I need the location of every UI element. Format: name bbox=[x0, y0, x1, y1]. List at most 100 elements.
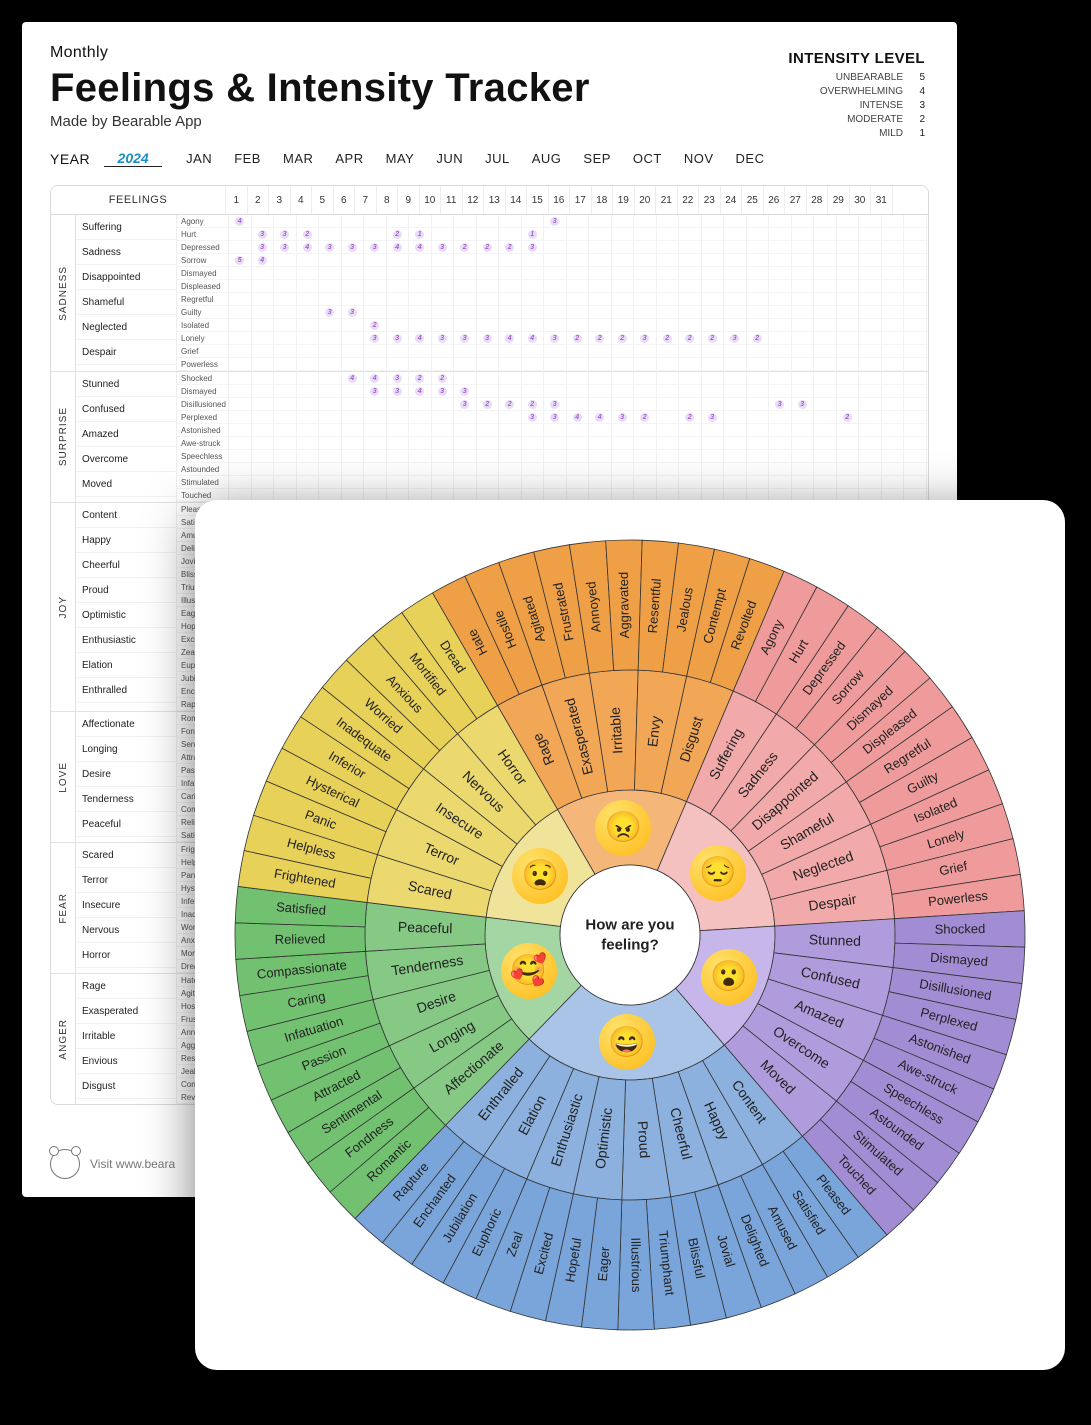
day-cell[interactable] bbox=[792, 319, 815, 331]
day-cell[interactable] bbox=[274, 267, 297, 279]
day-cell[interactable] bbox=[567, 450, 590, 462]
day-cell[interactable] bbox=[342, 437, 365, 449]
day-cell[interactable] bbox=[634, 463, 657, 475]
day-cell[interactable] bbox=[747, 385, 770, 397]
day-cell[interactable] bbox=[634, 215, 657, 227]
day-cell[interactable] bbox=[657, 254, 680, 266]
day-cell[interactable] bbox=[477, 424, 500, 436]
day-cell[interactable] bbox=[364, 228, 387, 240]
day-cell[interactable] bbox=[702, 280, 725, 292]
day-cell[interactable] bbox=[837, 254, 860, 266]
day-cell[interactable] bbox=[229, 385, 252, 397]
day-cell[interactable] bbox=[544, 463, 567, 475]
day-cell[interactable] bbox=[679, 215, 702, 227]
month-nov[interactable]: NOV bbox=[684, 151, 714, 166]
day-cell[interactable] bbox=[229, 306, 252, 318]
day-cell[interactable] bbox=[837, 280, 860, 292]
day-cell[interactable] bbox=[769, 476, 792, 488]
day-cell[interactable] bbox=[679, 372, 702, 384]
day-cell[interactable] bbox=[477, 411, 500, 423]
day-cell[interactable] bbox=[634, 424, 657, 436]
day-cell[interactable]: 4 bbox=[229, 215, 252, 227]
day-cell[interactable]: 3 bbox=[387, 385, 410, 397]
day-cell[interactable] bbox=[837, 372, 860, 384]
day-cell[interactable] bbox=[342, 280, 365, 292]
day-cell[interactable] bbox=[274, 254, 297, 266]
day-cell[interactable] bbox=[432, 228, 455, 240]
day-cell[interactable] bbox=[837, 332, 860, 344]
day-cell[interactable] bbox=[229, 345, 252, 357]
day-cell[interactable] bbox=[544, 385, 567, 397]
day-cell[interactable] bbox=[229, 293, 252, 305]
day-cell[interactable] bbox=[792, 372, 815, 384]
day-cell[interactable] bbox=[612, 358, 635, 370]
day-cell[interactable] bbox=[342, 463, 365, 475]
day-cell[interactable] bbox=[612, 306, 635, 318]
day-cell[interactable] bbox=[342, 267, 365, 279]
day-cell[interactable] bbox=[814, 306, 837, 318]
day-cell[interactable] bbox=[409, 280, 432, 292]
day-cell[interactable]: 3 bbox=[364, 241, 387, 253]
day-cell[interactable]: 3 bbox=[792, 398, 815, 410]
day-cell[interactable] bbox=[522, 476, 545, 488]
day-cell[interactable] bbox=[274, 345, 297, 357]
day-cell[interactable] bbox=[252, 411, 275, 423]
day-cell[interactable] bbox=[702, 476, 725, 488]
day-cell[interactable] bbox=[837, 437, 860, 449]
day-cell[interactable] bbox=[342, 476, 365, 488]
day-cell[interactable] bbox=[657, 345, 680, 357]
day-cell[interactable] bbox=[274, 293, 297, 305]
day-cell[interactable] bbox=[859, 463, 882, 475]
day-cell[interactable] bbox=[319, 293, 342, 305]
day-cell[interactable] bbox=[612, 215, 635, 227]
day-cell[interactable] bbox=[814, 254, 837, 266]
day-cell[interactable] bbox=[477, 319, 500, 331]
day-cell[interactable] bbox=[657, 411, 680, 423]
day-cell[interactable]: 2 bbox=[454, 241, 477, 253]
mood-emoji-sadness[interactable]: 😔 bbox=[690, 845, 746, 901]
day-cell[interactable] bbox=[252, 267, 275, 279]
day-cell[interactable] bbox=[387, 319, 410, 331]
day-cell[interactable]: 3 bbox=[274, 228, 297, 240]
day-cell[interactable] bbox=[252, 293, 275, 305]
day-cell[interactable] bbox=[409, 476, 432, 488]
day-cell[interactable] bbox=[297, 215, 320, 227]
day-cell[interactable]: 3 bbox=[432, 332, 455, 344]
day-cell[interactable] bbox=[814, 385, 837, 397]
day-cell[interactable] bbox=[702, 254, 725, 266]
day-cell[interactable] bbox=[859, 372, 882, 384]
day-cell[interactable] bbox=[634, 306, 657, 318]
day-cell[interactable] bbox=[814, 450, 837, 462]
day-cell[interactable] bbox=[702, 385, 725, 397]
day-cell[interactable] bbox=[544, 241, 567, 253]
day-cell[interactable] bbox=[319, 332, 342, 344]
day-cell[interactable] bbox=[814, 332, 837, 344]
day-cell[interactable]: 3 bbox=[274, 241, 297, 253]
day-cell[interactable] bbox=[432, 358, 455, 370]
day-cell[interactable] bbox=[589, 463, 612, 475]
day-cell[interactable] bbox=[387, 306, 410, 318]
day-cell[interactable] bbox=[724, 463, 747, 475]
day-cell[interactable] bbox=[792, 476, 815, 488]
day-cell[interactable] bbox=[702, 358, 725, 370]
day-cell[interactable] bbox=[432, 437, 455, 449]
day-cell[interactable] bbox=[882, 228, 905, 240]
day-cell[interactable]: 3 bbox=[612, 411, 635, 423]
day-cell[interactable] bbox=[882, 215, 905, 227]
day-cell[interactable] bbox=[792, 332, 815, 344]
day-cell[interactable] bbox=[364, 398, 387, 410]
day-cell[interactable]: 3 bbox=[342, 306, 365, 318]
day-cell[interactable]: 3 bbox=[544, 411, 567, 423]
day-cell[interactable] bbox=[747, 398, 770, 410]
day-cell[interactable] bbox=[319, 398, 342, 410]
day-cell[interactable] bbox=[454, 450, 477, 462]
day-cell[interactable] bbox=[477, 345, 500, 357]
day-cell[interactable] bbox=[274, 437, 297, 449]
day-cell[interactable] bbox=[454, 280, 477, 292]
day-cell[interactable]: 3 bbox=[544, 215, 567, 227]
day-cell[interactable] bbox=[859, 424, 882, 436]
day-cell[interactable] bbox=[904, 215, 927, 227]
day-cell[interactable] bbox=[657, 437, 680, 449]
day-cell[interactable] bbox=[477, 476, 500, 488]
day-cell[interactable]: 3 bbox=[432, 385, 455, 397]
